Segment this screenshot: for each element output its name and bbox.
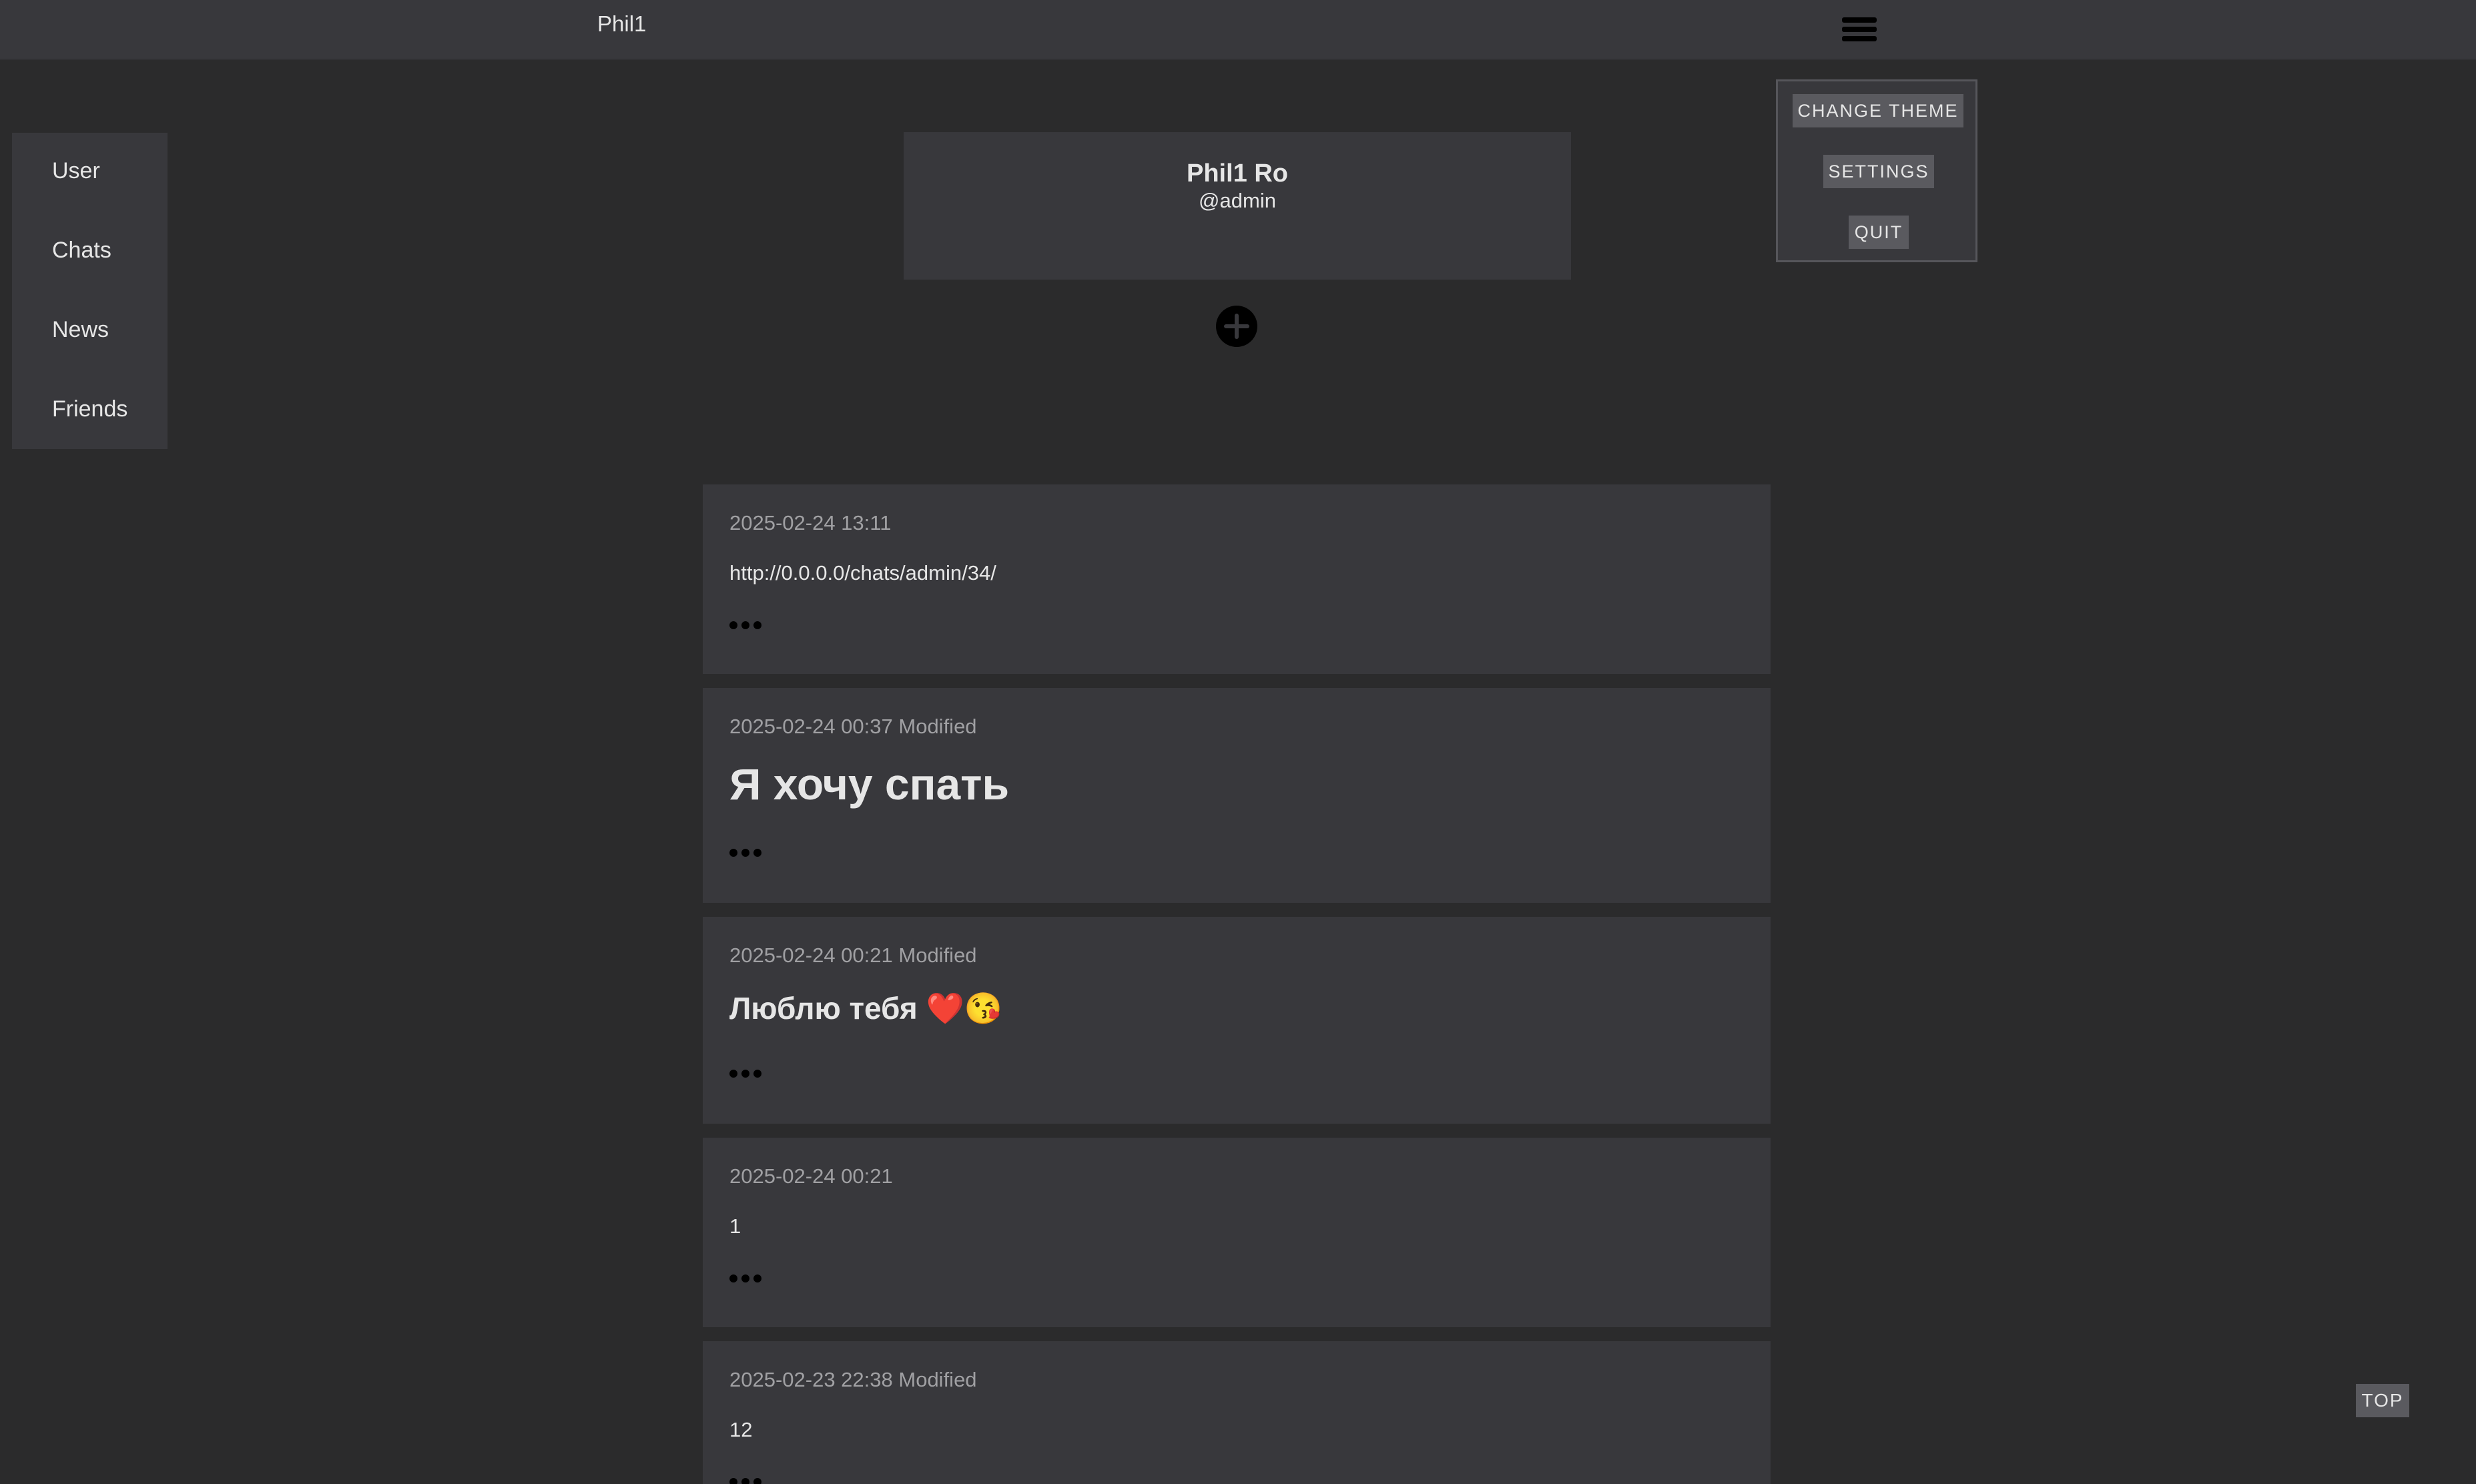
post-timestamp: 2025-02-24 00:21 Modified <box>729 944 977 967</box>
quit-button[interactable]: QUIT <box>1849 216 1909 249</box>
post-timestamp: 2025-02-24 00:21 <box>729 1164 893 1188</box>
post-body: Люблю тебя ❤️😘 <box>729 991 1002 1026</box>
profile-name: Phil1 Ro <box>1186 159 1289 188</box>
top-bar: Phil1 <box>0 0 2476 60</box>
settings-button[interactable]: SETTINGS <box>1823 155 1934 188</box>
plus-circle-icon <box>1224 314 1249 339</box>
app-title: Phil1 <box>597 11 647 36</box>
account-dropdown-menu: CHANGE THEME SETTINGS QUIT <box>1776 79 1977 262</box>
sidebar-item-news[interactable]: News <box>52 316 109 343</box>
post-card: 2025-02-23 22:38 Modified 12 <box>703 1341 1771 1484</box>
scroll-top-button[interactable]: TOP <box>2356 1384 2409 1417</box>
post-options-icon[interactable] <box>729 1068 763 1078</box>
post-options-icon[interactable] <box>729 1476 763 1484</box>
post-timestamp: 2025-02-23 22:38 Modified <box>729 1368 977 1391</box>
post-body: Я хочу спать <box>729 759 1010 809</box>
post-timestamp: 2025-02-24 13:11 <box>729 511 892 534</box>
sidebar-item-friends[interactable]: Friends <box>52 396 127 422</box>
hamburger-menu-icon[interactable] <box>1842 17 1877 41</box>
profile-card: Phil1 Ro @admin <box>904 132 1571 280</box>
post-options-icon[interactable] <box>729 1272 763 1282</box>
sidebar-nav: User Chats News Friends <box>12 133 168 449</box>
menu-line <box>1842 36 1877 41</box>
post-body: 1 <box>729 1214 741 1238</box>
sidebar-item-user[interactable]: User <box>52 157 100 184</box>
post-card: 2025-02-24 00:21 Modified Люблю тебя ❤️😘 <box>703 917 1771 1124</box>
post-card: 2025-02-24 13:11 http://0.0.0.0/chats/ad… <box>703 484 1771 674</box>
profile-handle: @admin <box>1199 189 1276 212</box>
post-card: 2025-02-24 00:21 1 <box>703 1138 1771 1327</box>
post-timestamp: 2025-02-24 00:37 Modified <box>729 715 977 738</box>
change-theme-button[interactable]: CHANGE THEME <box>1793 94 1963 127</box>
menu-line <box>1842 27 1877 32</box>
menu-line <box>1842 17 1877 23</box>
post-options-icon[interactable] <box>729 847 763 857</box>
sidebar-item-chats[interactable]: Chats <box>52 237 111 264</box>
post-body: http://0.0.0.0/chats/admin/34/ <box>729 561 996 585</box>
app-root: Phil1 CHANGE THEME SETTINGS QUIT User Ch… <box>0 0 2476 1484</box>
add-post-button[interactable] <box>1216 306 1257 347</box>
post-options-icon[interactable] <box>729 619 763 629</box>
post-body: 12 <box>729 1418 753 1441</box>
post-card: 2025-02-24 00:37 Modified Я хочу спать <box>703 688 1771 903</box>
